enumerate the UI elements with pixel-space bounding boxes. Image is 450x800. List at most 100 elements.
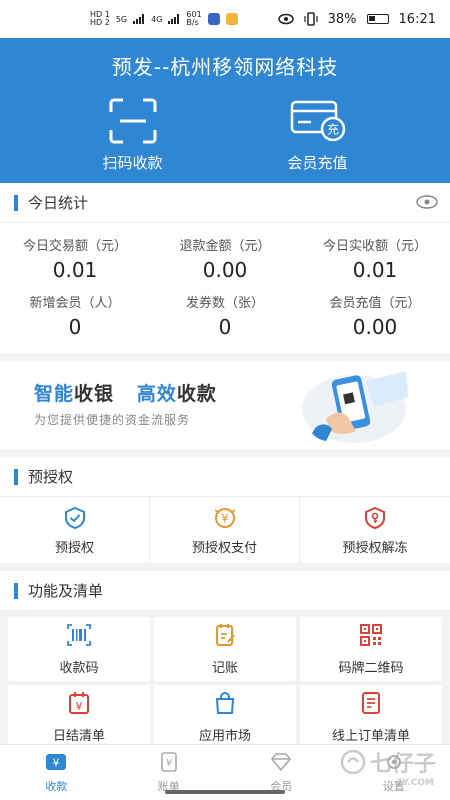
function-label: 收款码 bbox=[59, 660, 99, 676]
section-title-stats: 今日统计 bbox=[0, 183, 450, 223]
preauth-title: 预授权 bbox=[28, 468, 74, 486]
function-label: 日结清单 bbox=[52, 728, 105, 744]
preauth-label: 预授权 bbox=[54, 540, 94, 556]
promo-banner[interactable]: 智能收银 高效收款 为您提供便捷的资金流服务 bbox=[0, 361, 450, 449]
member-recharge-label: 会员充值 bbox=[287, 154, 348, 172]
stat-value: 0.00 bbox=[352, 315, 398, 339]
tab-label: 收款 bbox=[45, 779, 68, 793]
yuan-coin-icon: ¥ bbox=[212, 505, 238, 531]
net-speed-unit: B/s bbox=[186, 18, 199, 27]
status-bar: HD 1 HD 2 5G 4G 601 B/s 38% 16:21 bbox=[0, 0, 450, 38]
header: 预发--杭州移领网络科技 扫码收款 充 会员充值 bbox=[0, 38, 450, 183]
stat-actual-received: 今日实收额（元） 0.01 bbox=[300, 229, 450, 286]
stat-new-members: 新增会员（人） 0 bbox=[0, 286, 150, 343]
calendar-yuan-icon: ¥ bbox=[67, 691, 91, 719]
svg-text:¥: ¥ bbox=[53, 756, 60, 769]
banner-word-4: 收款 bbox=[176, 383, 217, 405]
svg-text:充: 充 bbox=[326, 122, 338, 137]
preauth-grid: 预授权 ¥ 预授权支付 预授权解冻 bbox=[0, 497, 450, 563]
card-recharge-icon: 充 bbox=[289, 98, 347, 144]
battery-percent: 38% bbox=[327, 11, 357, 27]
function-label: 应用市场 bbox=[198, 728, 251, 744]
svg-text:¥: ¥ bbox=[221, 511, 229, 525]
stat-label: 新增会员（人） bbox=[29, 296, 121, 311]
yuan-wallet-icon: ¥ bbox=[45, 752, 67, 775]
phone-payment-illustration bbox=[296, 367, 416, 449]
stats-grid: 今日交易额（元） 0.01 退款金额（元） 0.00 今日实收额（元） 0.01… bbox=[0, 223, 450, 353]
stat-refund: 退款金额（元） 0.00 bbox=[150, 229, 300, 286]
member-recharge-button[interactable]: 充 会员充值 bbox=[253, 98, 383, 173]
functions-card: 功能及清单 bbox=[0, 571, 450, 611]
section-title-preauth: 预授权 bbox=[0, 457, 450, 497]
stat-value: 0 bbox=[218, 315, 232, 339]
section-marker bbox=[14, 582, 18, 599]
stat-label: 发券数（张） bbox=[185, 296, 264, 311]
notification-app-icon-2 bbox=[225, 13, 238, 25]
notification-app-icon bbox=[207, 13, 220, 25]
shopping-bag-icon bbox=[213, 691, 237, 719]
stat-label: 退款金额（元） bbox=[179, 239, 271, 254]
signal-icon bbox=[133, 14, 145, 24]
section-marker bbox=[14, 468, 18, 485]
section-marker bbox=[14, 194, 18, 211]
vibrate-icon bbox=[304, 12, 318, 26]
stat-label: 会员充值（元） bbox=[329, 296, 421, 311]
diamond-icon bbox=[270, 752, 292, 775]
function-item-app-market[interactable]: 应用市场 bbox=[154, 685, 296, 749]
order-list-icon bbox=[359, 691, 383, 719]
watermark-text: 七仔子 bbox=[369, 752, 436, 777]
status-right: 38% 16:21 bbox=[277, 11, 436, 27]
stats-title: 今日统计 bbox=[28, 194, 89, 212]
function-label: 线上订单清单 bbox=[331, 728, 410, 744]
scan-pay-button[interactable]: 扫码收款 bbox=[68, 98, 198, 173]
merchant-title: 预发--杭州移领网络科技 bbox=[111, 55, 339, 79]
stat-value: 0.01 bbox=[352, 258, 398, 282]
banner-word-1: 智能 bbox=[34, 383, 75, 405]
watermark-sub: 7Y.COM bbox=[396, 778, 434, 788]
svg-text:¥: ¥ bbox=[76, 700, 83, 713]
watermark: 七仔子 7Y.COM bbox=[340, 746, 436, 788]
function-label: 记账 bbox=[211, 660, 238, 676]
preauth-item[interactable]: 预授权 bbox=[0, 497, 150, 563]
preauth-unfreeze-label: 预授权解冻 bbox=[342, 540, 408, 556]
bill-icon: ¥ bbox=[159, 751, 179, 775]
stat-label: 今日交易额（元） bbox=[22, 239, 127, 254]
banner-word-3: 高效 bbox=[136, 383, 177, 405]
notebook-icon bbox=[213, 623, 237, 651]
today-stats-card: 今日统计 今日交易额（元） 0.01 退款金额（元） 0.00 今日实收额（元）… bbox=[0, 183, 450, 353]
status-left: HD 1 HD 2 5G 4G 601 B/s bbox=[90, 11, 238, 27]
stat-value: 0.00 bbox=[202, 258, 248, 282]
signal-5g: 5G bbox=[115, 14, 128, 24]
home-indicator[interactable] bbox=[165, 790, 285, 794]
function-item-bookkeeping[interactable]: 记账 bbox=[154, 617, 296, 681]
signal-4g: 4G bbox=[151, 14, 163, 24]
eye-toggle-icon[interactable] bbox=[416, 195, 438, 213]
functions-grid: 收款码 记账 码牌二维码 ¥ 日结清单 应用市场 线上订单清单 bbox=[0, 611, 450, 749]
tab-receive[interactable]: ¥ 收款 bbox=[0, 745, 113, 800]
function-item-daily-settlement[interactable]: ¥ 日结清单 bbox=[8, 685, 150, 749]
section-title-functions: 功能及清单 bbox=[0, 571, 450, 611]
preauth-unfreeze-item[interactable]: 预授权解冻 bbox=[300, 497, 450, 563]
svg-text:¥: ¥ bbox=[166, 758, 172, 769]
eye-comfort-icon bbox=[277, 13, 294, 25]
stat-value: 0 bbox=[68, 315, 82, 339]
scan-pay-label: 扫码收款 bbox=[102, 154, 163, 172]
preauth-card: 预授权 预授权 ¥ 预授权支付 预授权解冻 bbox=[0, 457, 450, 563]
battery-icon bbox=[366, 14, 389, 24]
qrcode-icon bbox=[359, 623, 383, 651]
stat-today-trade: 今日交易额（元） 0.01 bbox=[0, 229, 150, 286]
stat-value: 0.01 bbox=[52, 258, 98, 282]
function-item-receive-code[interactable]: 收款码 bbox=[8, 617, 150, 681]
clock: 16:21 bbox=[398, 11, 436, 27]
function-item-qrcode[interactable]: 码牌二维码 bbox=[300, 617, 442, 681]
signal-icon-2 bbox=[168, 14, 180, 24]
stat-member-recharge: 会员充值（元） 0.00 bbox=[300, 286, 450, 343]
function-item-online-orders[interactable]: 线上订单清单 bbox=[300, 685, 442, 749]
shield-key-icon bbox=[363, 505, 387, 531]
preauth-pay-item[interactable]: ¥ 预授权支付 bbox=[150, 497, 300, 563]
functions-title: 功能及清单 bbox=[28, 582, 104, 600]
banner-word-2: 收银 bbox=[74, 383, 115, 405]
watermark-logo-icon bbox=[340, 749, 366, 775]
